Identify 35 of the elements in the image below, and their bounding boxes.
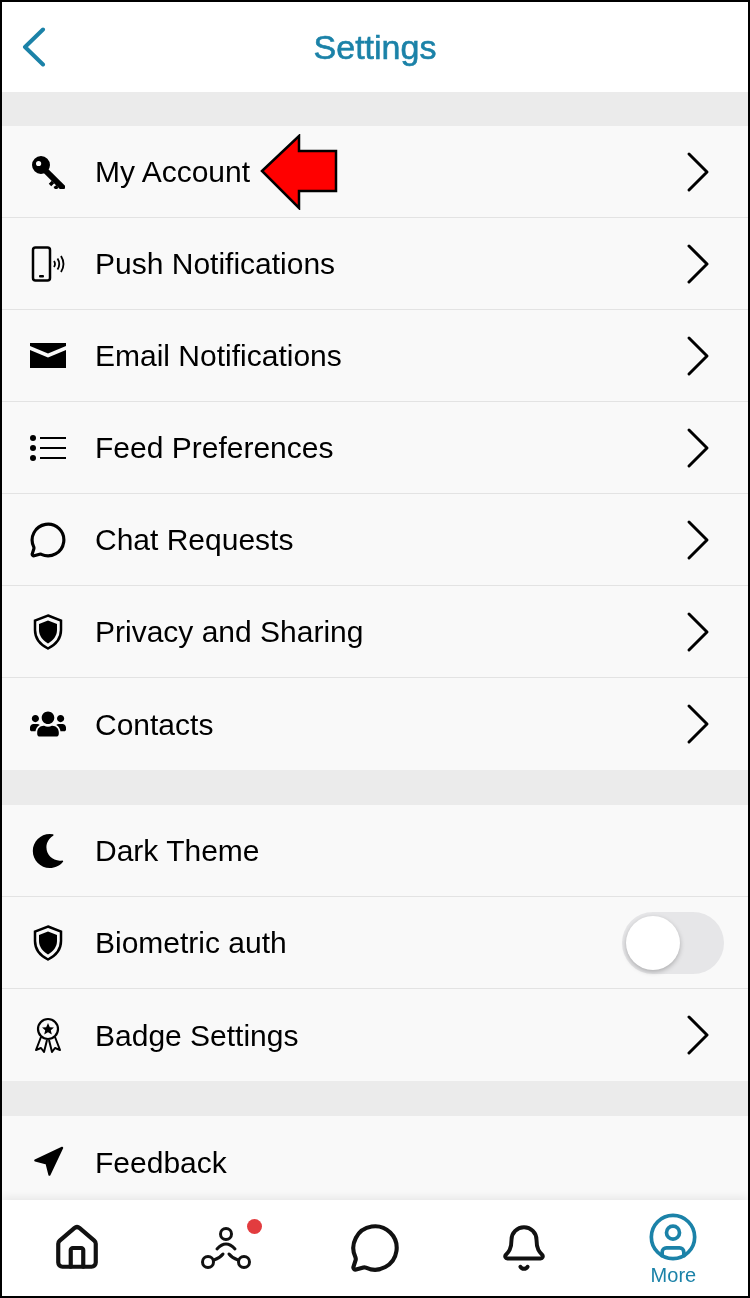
phone-vibrate-icon — [30, 245, 66, 282]
settings-row[interactable]: Privacy and Sharing — [2, 586, 748, 678]
navigation-arrow-icon — [31, 1145, 65, 1179]
back-chevron-icon — [22, 27, 46, 67]
settings-row[interactable]: Contacts — [2, 678, 748, 770]
chat-bubble-icon — [29, 520, 67, 559]
pointer-arrow-icon — [260, 133, 339, 210]
chevron-right-icon — [686, 703, 710, 745]
settings-row[interactable]: Chat Requests — [2, 494, 748, 586]
settings-row[interactable]: Badge Settings — [2, 989, 748, 1081]
envelope-icon — [30, 343, 66, 368]
tab-button[interactable]: More — [598, 1200, 748, 1296]
settings-row[interactable]: My Account — [2, 126, 748, 218]
settings-row[interactable]: Push Notifications — [2, 218, 748, 310]
network-icon — [199, 1225, 252, 1271]
page-title: Settings — [313, 26, 437, 68]
chevron-right-icon — [686, 518, 710, 561]
shield-icon — [33, 924, 63, 961]
shield-icon — [33, 613, 63, 650]
moon-icon — [31, 833, 65, 868]
award-icon — [32, 1017, 64, 1053]
chevron-right-icon — [686, 150, 710, 193]
settings-row[interactable]: Feedback — [2, 1116, 748, 1200]
settings-row[interactable]: Dark Theme — [2, 805, 748, 897]
chevron-right-icon — [686, 610, 710, 653]
settings-row[interactable]: Feed Preferences — [2, 402, 748, 494]
list-icon — [30, 434, 66, 461]
chevron-right-icon — [686, 1014, 710, 1056]
setting-label: Biometric auth — [95, 925, 287, 961]
key-icon — [31, 154, 65, 189]
settings-row[interactable]: Email Notifications — [2, 310, 748, 402]
chat-bubble-icon — [349, 1222, 401, 1274]
chevron-right-icon — [686, 426, 710, 469]
chevron-right-icon — [686, 334, 710, 377]
chevron-right-icon — [686, 242, 710, 285]
